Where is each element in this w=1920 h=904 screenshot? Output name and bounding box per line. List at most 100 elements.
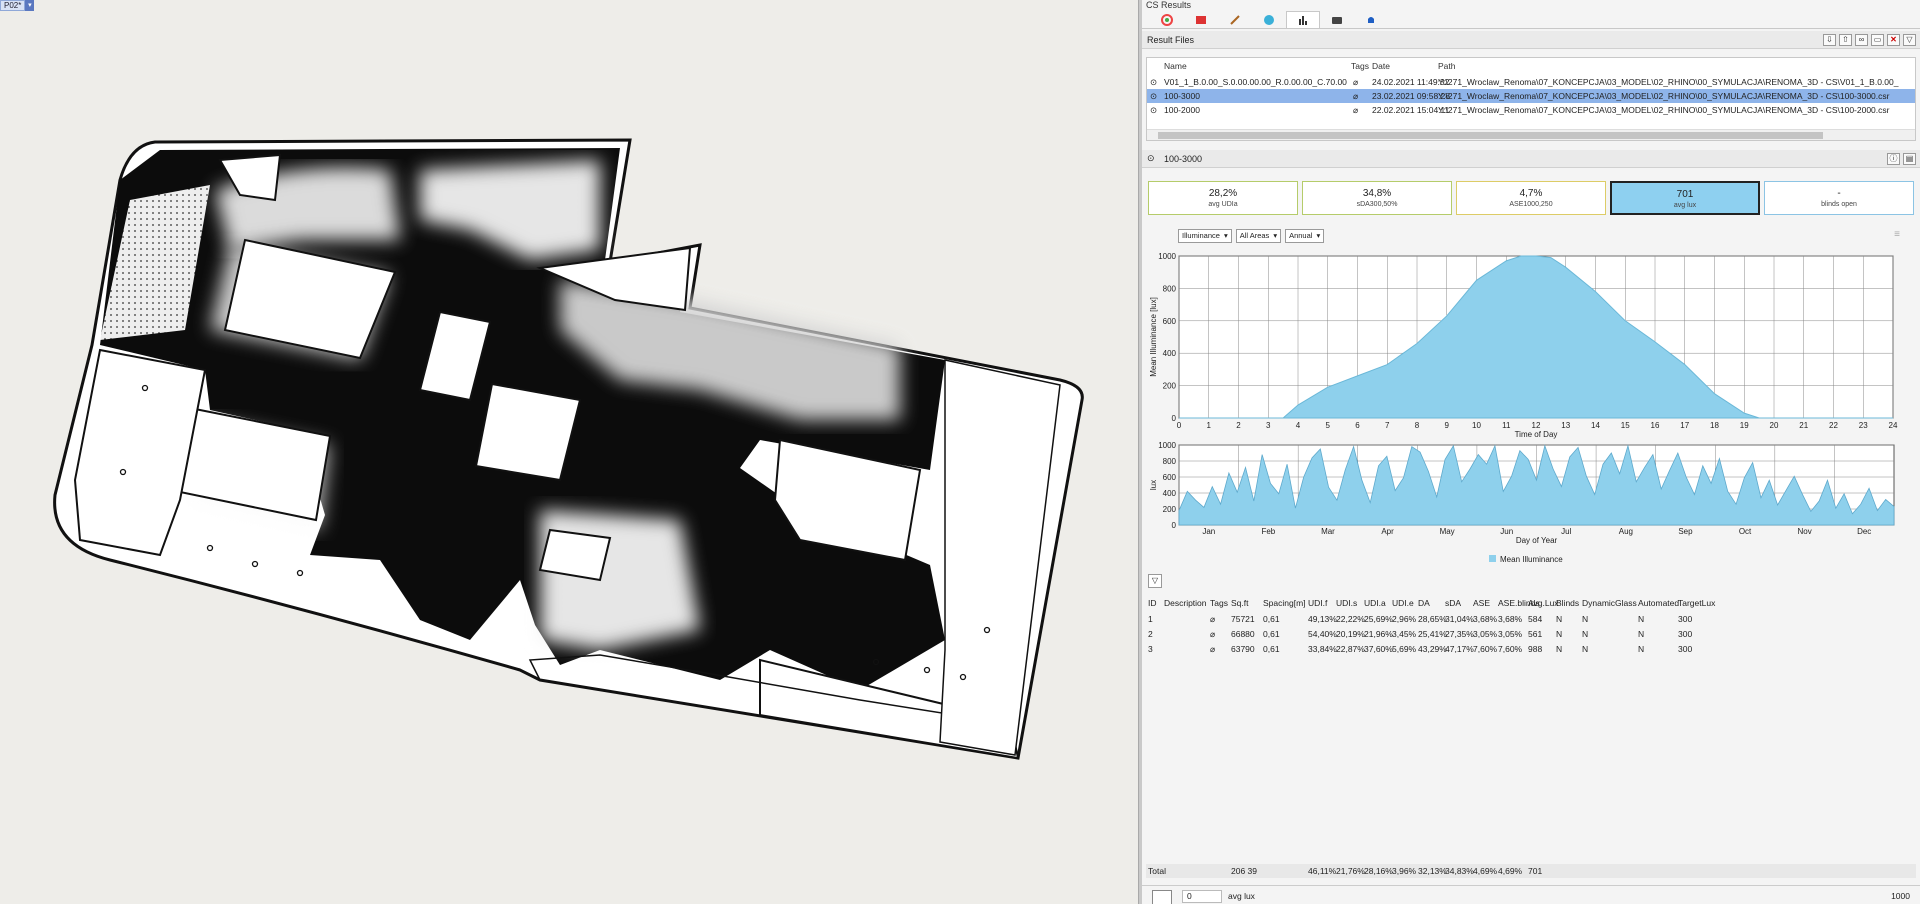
chart1-x-tick-label: 17 [1680, 421, 1689, 430]
table-cell: 300 [1678, 614, 1693, 624]
total-cell: 46,11% [1308, 866, 1337, 876]
table-cell: 31,04% [1445, 614, 1474, 624]
chart1-x-tick-label: 20 [1770, 421, 1779, 430]
chart1-y-tick-label: 200 [1163, 382, 1177, 391]
chart2-y-tick-label: 0 [1172, 521, 1177, 530]
table-cell: 3,05% [1473, 629, 1498, 639]
chart1-x-tick-label: 11 [1502, 421, 1511, 430]
col-header[interactable]: DA [1418, 596, 1430, 610]
total-cell: 3,96% [1392, 866, 1417, 876]
chart2-x-tick-label: Jul [1561, 527, 1571, 536]
chart1-x-tick-label: 19 [1740, 421, 1749, 430]
total-cell: 701 [1528, 866, 1543, 876]
col-header[interactable]: ASE [1473, 596, 1490, 610]
table-cell: 5,69% [1392, 644, 1417, 654]
total-cell: 34,83% [1445, 866, 1474, 876]
col-header[interactable]: ID [1148, 596, 1157, 610]
table-cell: 22,87% [1336, 644, 1365, 654]
table-cell: 7,60% [1498, 644, 1523, 654]
table-cell: 3,45% [1392, 629, 1417, 639]
table-cell: 3,05% [1498, 629, 1523, 639]
tag-icon[interactable]: ⌀ [1210, 642, 1215, 656]
col-header[interactable]: Sq.ft [1231, 596, 1248, 610]
table-cell: 49,13% [1308, 614, 1337, 624]
col-header[interactable]: UDI.f [1308, 596, 1327, 610]
table-cell: 22,22% [1336, 614, 1365, 624]
floor-plan-heatmap [53, 138, 1084, 760]
chart2-x-tick-label: May [1440, 527, 1455, 536]
col-header[interactable]: Automated [1638, 596, 1679, 610]
chart1-x-tick-label: 15 [1621, 421, 1630, 430]
chart2-x-tick-label: Sep [1678, 527, 1693, 536]
chart2-y-tick-label: 200 [1163, 505, 1177, 514]
col-header[interactable]: Description [1164, 596, 1207, 610]
table-cell: 0,61 [1263, 614, 1280, 624]
chart1-x-tick-label: 3 [1266, 421, 1271, 430]
color-swatch[interactable] [1152, 890, 1172, 904]
rhino-viewport[interactable]: P02* ▾ [0, 0, 1138, 904]
table-cell: N [1582, 614, 1589, 624]
col-header[interactable]: TargetLux [1678, 596, 1715, 610]
col-header[interactable]: UDI.s [1336, 596, 1357, 610]
chart1-x-tick-label: 23 [1859, 421, 1868, 430]
chart2-x-tick-label: Jun [1500, 527, 1513, 536]
chart2-y-tick-label: 600 [1163, 473, 1177, 482]
table-filter-icon[interactable]: ▽ [1148, 574, 1162, 588]
chart2-y-tick-label: 1000 [1158, 441, 1176, 450]
chart2-x-tick-label: Mar [1321, 527, 1335, 536]
table-cell: N [1556, 644, 1563, 654]
chart2-y-tick-label: 400 [1163, 489, 1177, 498]
chart1-x-tick-label: 13 [1561, 421, 1570, 430]
chart1-x-tick-label: 16 [1651, 421, 1660, 430]
chart1-x-tick-label: 1 [1207, 421, 1212, 430]
table-cell: 37,60% [1364, 644, 1393, 654]
chart1-x-tick-label: 18 [1710, 421, 1719, 430]
table-cell: N [1556, 614, 1563, 624]
chart1-x-tick-label: 4 [1296, 421, 1301, 430]
chart1-x-tick-label: 8 [1415, 421, 1420, 430]
scale-min-input[interactable]: 0 [1182, 890, 1222, 903]
col-header[interactable]: sDA [1445, 596, 1461, 610]
col-header[interactable]: Spacing[m] [1263, 596, 1306, 610]
table-cell: 27,35% [1445, 629, 1474, 639]
chart2-y-axis-label: lux [1149, 480, 1158, 490]
col-header[interactable]: Tags [1210, 596, 1228, 610]
chart1-x-tick-label: 12 [1532, 421, 1541, 430]
table-cell: 28,65% [1418, 614, 1447, 624]
table-cell: N [1638, 629, 1645, 639]
tag-icon[interactable]: ⌀ [1210, 612, 1215, 626]
table-cell: N [1638, 644, 1645, 654]
cs-results-panel: CS Results Result Files ⇩ ⇧ ∞ ▭ ✕ ▽ Name… [1142, 0, 1920, 904]
col-header[interactable]: DynamicGlass [1582, 596, 1637, 610]
chart1-x-tick-label: 0 [1177, 421, 1182, 430]
chart1-y-tick-label: 800 [1163, 284, 1177, 293]
table-cell: 3,68% [1498, 614, 1523, 624]
total-cell: 4,69% [1473, 866, 1498, 876]
chart1-y-axis-label: Mean Illuminance [lux] [1149, 297, 1158, 377]
chart1-x-tick-label: 21 [1799, 421, 1808, 430]
scale-max-input[interactable]: 1000 [1870, 890, 1910, 903]
legend-label: Mean Illuminance [1500, 555, 1563, 564]
col-header[interactable]: UDI.e [1392, 596, 1414, 610]
table-cell: 33,84% [1308, 644, 1337, 654]
total-cell: 4,69% [1498, 866, 1523, 876]
chart1-x-tick-label: 14 [1591, 421, 1600, 430]
illuminance-charts: 0 1 2 3 4 5 6 7 8 9 10 11 12 13 14 15 16 17 18 19 20 21 22 23 24… [1149, 252, 1898, 564]
chart2-x-tick-label: Aug [1619, 527, 1633, 536]
total-cell: Total [1148, 866, 1166, 876]
col-header[interactable]: Avg.Lux [1528, 596, 1559, 610]
table-cell: 3,68% [1473, 614, 1498, 624]
chart1-x-axis-label: Time of Day [1515, 430, 1558, 439]
table-cell: 2,96% [1392, 614, 1417, 624]
col-header[interactable]: Blinds [1556, 596, 1579, 610]
chart2-y-tick-label: 800 [1163, 457, 1177, 466]
table-cell: 2 [1148, 629, 1153, 639]
col-header[interactable]: UDI.a [1364, 596, 1386, 610]
chart1-x-tick-label: 5 [1326, 421, 1331, 430]
table-cell: 66880 [1231, 629, 1255, 639]
tag-icon[interactable]: ⌀ [1210, 627, 1215, 641]
table-cell: 54,40% [1308, 629, 1337, 639]
chart1-x-tick-label: 10 [1472, 421, 1481, 430]
total-cell: 206 39 [1231, 866, 1257, 876]
table-cell: 43,29% [1418, 644, 1447, 654]
